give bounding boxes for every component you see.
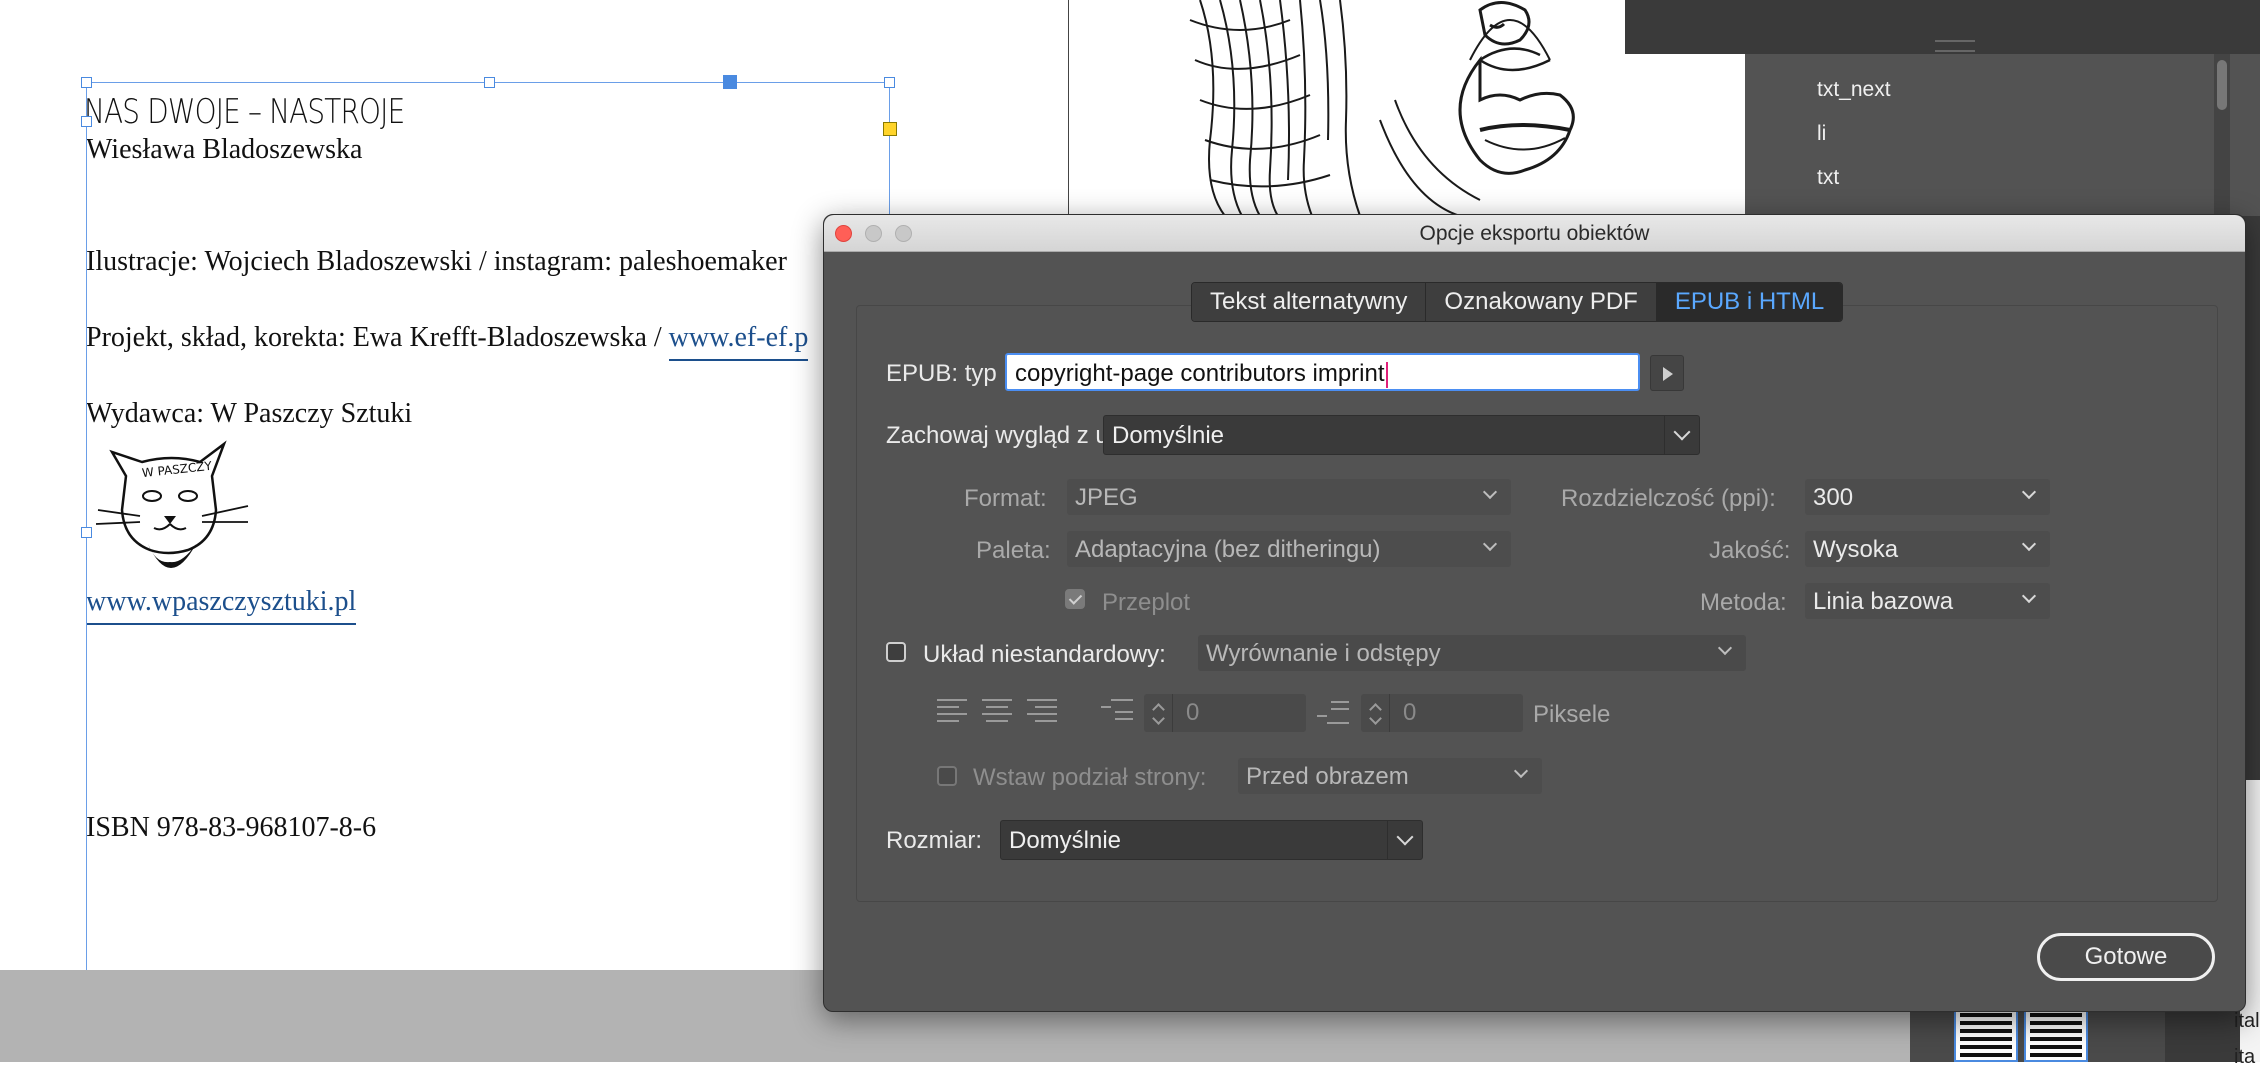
tab-alt-text[interactable]: Tekst alternatywny	[1192, 283, 1427, 321]
space-before-value: 0	[1186, 699, 1200, 726]
style-item-txt-next[interactable]: txt_next	[1817, 78, 1891, 102]
dialog-titlebar[interactable]: Opcje eksportu obiektów	[824, 215, 2245, 252]
frame-handle-top-middle[interactable]	[484, 77, 495, 88]
styles-panel-scrollbar[interactable]	[2214, 54, 2230, 216]
space-before-stepper: 0	[1144, 694, 1306, 732]
chevron-down-icon	[1513, 763, 1529, 779]
frame-handle-top-left[interactable]	[81, 77, 92, 88]
done-button[interactable]: Gotowe	[2037, 933, 2215, 981]
format-select: JPEG	[1067, 479, 1511, 515]
size-value: Domyślnie	[1009, 827, 1122, 854]
tab-epub-html[interactable]: EPUB i HTML	[1656, 283, 1843, 321]
units-label: Piksele	[1533, 701, 1611, 728]
page-thumbnail[interactable]	[2024, 1007, 2088, 1062]
panel-header	[1625, 0, 2260, 54]
chevron-down-icon	[1482, 536, 1498, 552]
method-select[interactable]: Linia bazowa	[1805, 583, 2050, 619]
object-export-options-dialog: Opcje eksportu obiektów Tekst alternatyw…	[823, 214, 2246, 1012]
epub-type-input[interactable]: copyright-page contributors imprint	[1005, 353, 1640, 391]
space-after-icon	[1317, 697, 1351, 727]
space-after-stepper: 0	[1361, 694, 1523, 732]
panel-grip[interactable]	[1935, 40, 1975, 52]
method-value: Linia bazowa	[1813, 588, 1954, 615]
keep-layout-combo[interactable]: Domyślnie	[1103, 415, 1700, 455]
chevron-down-icon	[1396, 828, 1414, 846]
chevron-down-icon	[2021, 484, 2037, 500]
format-label: Format:	[964, 485, 1047, 512]
epub-type-label: EPUB: typ	[886, 360, 997, 387]
size-dropdown-button[interactable]	[1387, 821, 1422, 859]
chevron-down-icon	[1482, 484, 1498, 500]
frame-handle-anchor[interactable]	[723, 75, 737, 89]
style-item-li[interactable]: li	[1817, 122, 1826, 146]
dock-item[interactable]: ita	[2234, 1046, 2255, 1069]
palette-select: Adaptacyjna (bez ditheringu)	[1067, 531, 1511, 567]
resolution-select[interactable]: 300	[1805, 479, 2050, 515]
page-break-label: Wstaw podział strony:	[973, 764, 1207, 791]
custom-layout-select: Wyrównanie i odstępy	[1198, 635, 1746, 671]
dock-item[interactable]: ital	[2234, 1010, 2260, 1033]
resolution-value: 300	[1813, 484, 1854, 511]
size-label: Rozmiar:	[886, 827, 983, 854]
keep-layout-dropdown-button[interactable]	[1664, 416, 1699, 454]
tab-tagged-pdf[interactable]: Oznakowany PDF	[1426, 283, 1657, 321]
format-value: JPEG	[1075, 484, 1138, 511]
frame-handle-left-middle[interactable]	[81, 527, 92, 538]
page-break-value: Przed obrazem	[1246, 763, 1409, 790]
method-label: Metoda:	[1700, 589, 1787, 616]
align-center-icon	[982, 697, 1016, 727]
dialog-title: Opcje eksportu obiektów	[1419, 222, 1650, 245]
interlace-label: Przeplot	[1102, 589, 1191, 616]
keep-layout-value: Domyślnie	[1112, 422, 1225, 449]
page-edge-guide	[1068, 0, 1069, 216]
frame-handle-top-right[interactable]	[884, 77, 895, 88]
scroll-thumb[interactable]	[2217, 60, 2227, 110]
page-break-checkbox	[937, 766, 957, 786]
chevron-down-icon	[1673, 423, 1691, 441]
epub-type-value: copyright-page contributors imprint	[1015, 360, 1385, 387]
custom-layout-checkbox[interactable]	[886, 642, 906, 662]
quality-select[interactable]: Wysoka	[1805, 531, 2050, 567]
size-combo[interactable]: Domyślnie	[1000, 820, 1423, 860]
chevron-down-icon	[2021, 536, 2037, 552]
tab-bar: Tekst alternatywny Oznakowany PDF EPUB i…	[1191, 282, 1844, 322]
chevron-down-icon	[1717, 640, 1733, 656]
custom-layout-label: Układ niestandardowy:	[923, 641, 1166, 668]
styles-panel: txt_next li txt	[1745, 54, 2260, 216]
custom-layout-value: Wyrównanie i odstępy	[1206, 640, 1441, 667]
text-caret	[1385, 361, 1388, 388]
style-item-txt[interactable]: txt	[1817, 166, 1839, 190]
page-thumbnail[interactable]	[1954, 1007, 2018, 1062]
palette-value: Adaptacyjna (bez ditheringu)	[1075, 536, 1381, 563]
quality-value: Wysoka	[1813, 536, 1899, 563]
interlace-checkbox	[1065, 589, 1085, 609]
epub-type-menu-arrow-icon[interactable]	[1650, 355, 1684, 391]
align-right-icon	[1027, 697, 1061, 727]
live-corner-handle[interactable]	[883, 122, 897, 136]
space-after-value: 0	[1403, 699, 1417, 726]
palette-label: Paleta:	[976, 537, 1051, 564]
space-before-icon	[1101, 697, 1135, 727]
resolution-label: Rozdzielczość (ppi):	[1561, 485, 1776, 512]
page-break-select: Przed obrazem	[1238, 758, 1542, 794]
frame-handle-left-upper[interactable]	[81, 116, 92, 127]
selected-text-frame[interactable]	[86, 82, 890, 985]
quality-label: Jakość:	[1709, 537, 1791, 564]
chevron-down-icon	[2021, 588, 2037, 604]
align-left-icon	[937, 697, 971, 727]
